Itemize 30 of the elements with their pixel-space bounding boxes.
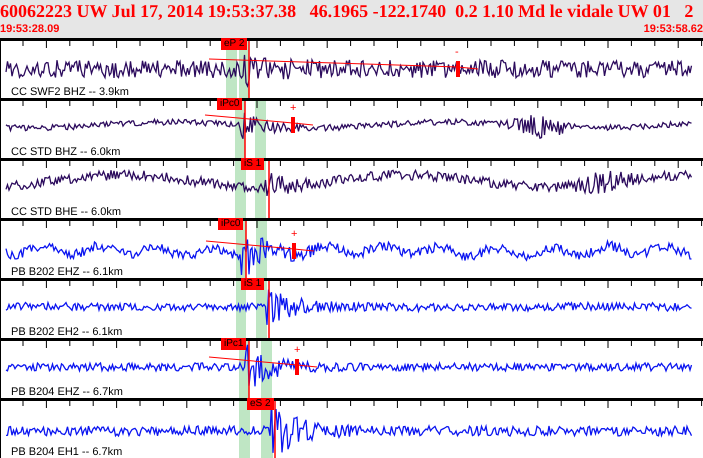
event-title: 60062223 UW Jul 17, 2014 19:53:37.38 46.1965 -122.1740 0.2 1.10 Md le vidale UW 01 2	[0, 0, 694, 22]
pick-label: eP 2	[221, 38, 248, 50]
pick-label: eS 2	[247, 398, 274, 410]
pick-line	[245, 221, 247, 278]
pick-label: iPc0	[218, 218, 244, 230]
time-window-band	[239, 401, 250, 458]
pick-line	[268, 161, 270, 218]
amplitude-mark: +	[294, 345, 300, 356]
pick-label: iPc1	[221, 338, 246, 350]
channel-label: CC STD BHZ -- 6.0km	[11, 146, 120, 158]
time-window-band	[255, 101, 266, 158]
pick-line	[274, 401, 276, 458]
channel-label: PB B202 EH2 -- 6.1km	[11, 326, 122, 338]
start-time: 19:53:28.09	[0, 22, 60, 36]
amplitude-mark: -	[455, 47, 459, 58]
pick-label: iS 1	[241, 158, 264, 170]
pick-line	[268, 281, 270, 338]
channel-label: PB B202 EHZ -- 6.1km	[11, 266, 123, 278]
pick-line	[248, 341, 250, 398]
amplitude-mark: +	[291, 229, 298, 240]
channel-label: CC STD BHE -- 6.0km	[11, 206, 122, 218]
channel-label: PB B204 EH1 -- 6.7km	[11, 446, 122, 458]
pick-line	[248, 41, 250, 98]
end-time: 19:53:58.62	[644, 22, 703, 36]
pick-line	[244, 101, 246, 158]
channel-label: PB B204 EHZ -- 6.7km	[11, 386, 123, 398]
pick-label: iS 1	[241, 278, 264, 290]
channel-label: CC SWF2 BHZ -- 3.9km	[11, 86, 129, 98]
amplitude-mark: +	[290, 103, 296, 114]
pick-label: iPc0	[217, 98, 242, 110]
